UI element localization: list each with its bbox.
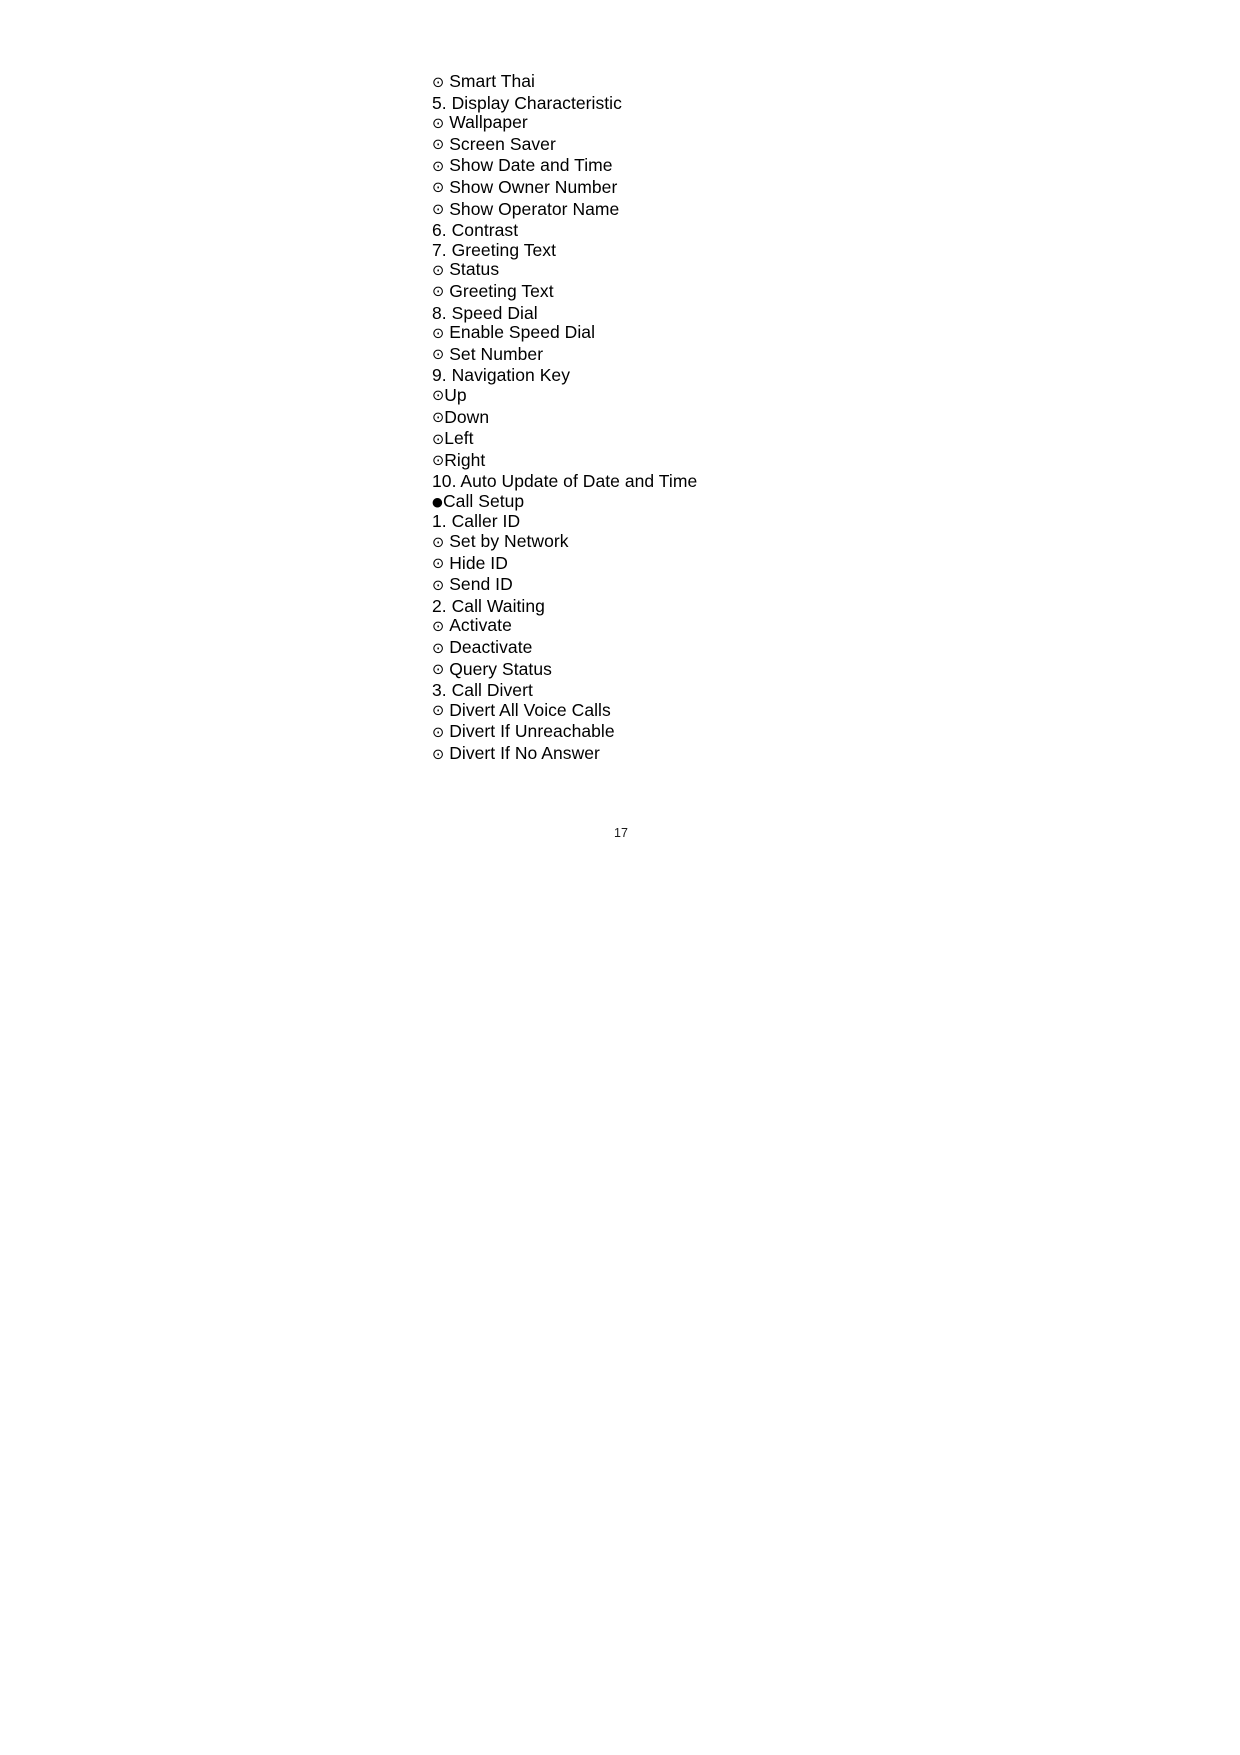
outline-line-label: Smart Thai [449,71,535,91]
outline-line-label: Call Setup [442,490,525,511]
outline-line: ⊙ Wallpaper [432,112,1152,135]
page-footer: 17 [0,826,1240,840]
outline-line: ⊙ Set by Network [432,531,1152,554]
outline-line: ⊙ Divert All Voice Calls [432,699,1152,723]
outline-line: ⊙Up [432,384,1152,408]
outline-line-label: Divert If No Answer [449,743,600,763]
circled-dot-bullet-icon: ⊙ [432,74,445,91]
circled-dot-bullet-icon: ⊙ [432,577,445,594]
outline-line: 5. Display Characteristic [432,92,1152,114]
menu-outline-list: ⊙ Smart Thai 5. Display Characteristic ⊙ Wal… [432,71,1152,766]
circled-dot-bullet-icon: ⊙ [432,137,445,154]
outline-line: 7. Greeting Text [432,239,1152,261]
outline-line: 8. Speed Dial [432,302,1152,324]
outline-line-label: 9. Navigation Key [432,365,571,386]
outline-line-label: 7. Greeting Text [432,239,557,260]
outline-line-label: Enable Speed Dial [449,322,596,343]
outline-line-label: 3. Call Divert [432,680,533,701]
outline-line-label: Up [444,384,467,405]
outline-line: ⊙ Activate [432,616,1152,638]
outline-line: ⊙ Greeting Text [432,280,1152,304]
page-number-label: 17 [614,826,628,840]
outline-line-label: 8. Speed Dial [432,302,538,323]
circled-dot-bullet-icon: ⊙ [432,453,445,470]
outline-line-label: Divert If Unreachable [449,721,615,742]
circled-dot-bullet-icon: ⊙ [432,431,445,448]
outline-line-label: Deactivate [449,637,533,658]
outline-line-label: 2. Call Waiting [432,595,545,616]
outline-line-label: Screen Saver [449,133,556,154]
outline-line: ⊙ Divert If No Answer [432,743,1152,766]
outline-line-label: Hide ID [449,552,508,573]
outline-line: 9. Navigation Key [432,366,1152,386]
circled-dot-bullet-icon: ⊙ [432,703,445,720]
outline-line-label: Set Number [449,343,544,364]
outline-line-label: Right [444,449,486,470]
outline-line-label: 5. Display Characteristic [432,92,622,113]
outline-line: ⊙ Deactivate [432,637,1152,660]
circled-dot-bullet-icon: ⊙ [432,618,445,635]
outline-line: ●Call Setup [432,490,1152,513]
outline-line-label: Status [449,259,500,280]
circled-dot-bullet-icon: ⊙ [432,202,445,219]
outline-line-label: Left [444,428,474,449]
outline-line-label: Show Owner Number [449,176,618,197]
outline-line-label: Divert All Voice Calls [449,699,611,720]
outline-line-label: Down [444,406,490,427]
circled-dot-bullet-icon: ⊙ [432,115,445,132]
outline-line-label: Show Operator Name [449,198,620,219]
outline-line-label: 1. Caller ID [432,511,521,532]
circled-dot-bullet-icon: ⊙ [432,158,445,175]
outline-line-label: Query Status [449,658,552,679]
outline-line: ⊙ Status [432,260,1152,282]
outline-line-label: 6. Contrast [432,220,519,241]
outline-line: ⊙ Show Operator Name [432,198,1152,222]
outline-line-label: Set by Network [449,531,569,552]
circled-dot-bullet-icon: ⊙ [432,262,445,279]
circled-dot-bullet-icon: ⊙ [432,284,445,301]
outline-line-label: Greeting Text [449,280,554,301]
outline-line-label: 10. Auto Update of Date and Time [432,471,698,492]
outline-line: ⊙Left [432,428,1152,451]
outline-line: ⊙Right [432,449,1152,473]
circled-dot-bullet-icon: ⊙ [432,746,445,763]
outline-line: ⊙ Enable Speed Dial [432,322,1152,345]
outline-line: ⊙ Show Owner Number [432,176,1152,200]
outline-line-label: Activate [449,615,512,636]
outline-line: ⊙ Query Status [432,658,1152,682]
outline-line: ⊙ Set Number [432,343,1152,367]
circled-dot-bullet-icon: ⊙ [432,534,445,551]
circled-dot-bullet-icon: ⊙ [432,325,445,342]
circled-dot-bullet-icon: ⊙ [432,180,445,197]
outline-line: 1. Caller ID [432,512,1152,532]
outline-line: 3. Call Divert [432,680,1152,701]
outline-line-label: Send ID [449,574,513,595]
outline-line: ⊙ Smart Thai [432,71,1152,94]
outline-line: ⊙ Screen Saver [432,133,1152,157]
circled-dot-bullet-icon: ⊙ [432,724,445,741]
outline-line: 10. Auto Update of Date and Time [432,471,1152,492]
circled-dot-bullet-icon: ⊙ [432,662,445,679]
outline-line-label: Wallpaper [449,112,528,133]
outline-line: ⊙ Show Date and Time [432,156,1152,178]
outline-line-label: Show Date and Time [449,155,613,176]
document-page: ⊙ Smart Thai 5. Display Characteristic ⊙ Wal… [0,0,1240,1755]
circled-dot-bullet-icon: ⊙ [432,410,445,426]
circled-dot-bullet-icon: ⊙ [432,388,445,405]
outline-line: ⊙ Hide ID [432,552,1152,576]
outline-line: ⊙ Divert If Unreachable [432,722,1152,744]
circled-dot-bullet-icon: ⊙ [432,640,445,657]
circled-dot-bullet-icon: ⊙ [432,556,445,573]
outline-line: ⊙ Send ID [432,574,1152,597]
circled-dot-bullet-icon: ⊙ [432,347,445,364]
outline-line: 6. Contrast [432,220,1152,241]
outline-line: ⊙Down [432,406,1152,430]
filled-circle-bullet-icon: ● [432,493,443,509]
outline-line: 2. Call Waiting [432,595,1152,617]
